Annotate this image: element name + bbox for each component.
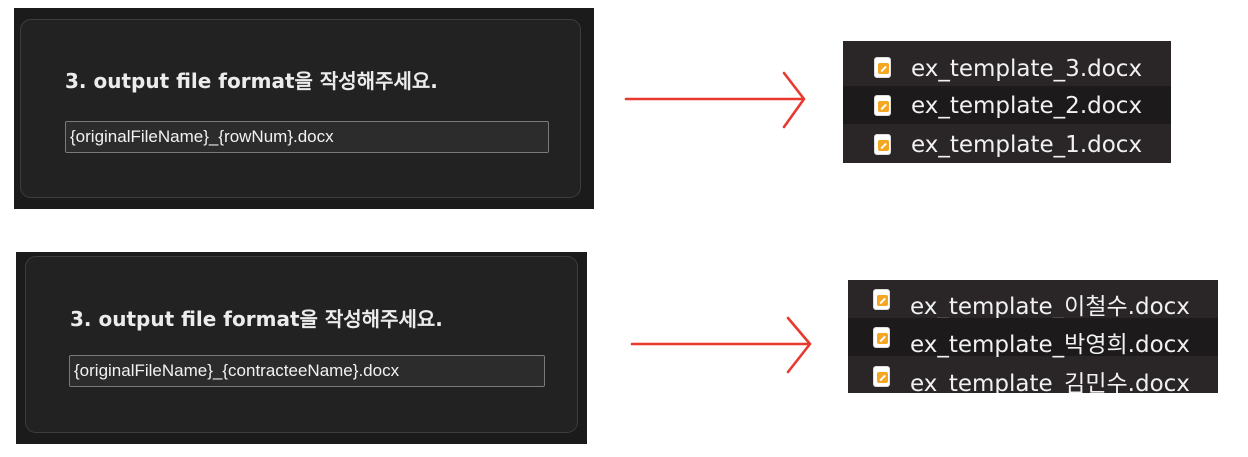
output-format-input[interactable]: {originalFileName}_{rowNum}.docx [65,121,549,153]
file-row[interactable]: ex_template_2.docx [843,86,1171,124]
pages-document-icon [873,327,890,348]
pages-document-icon [874,95,891,116]
file-row[interactable]: ex_template_김민수.docx [848,356,1218,393]
example-2-panel: 3. output file format을 작성해주세요. {original… [16,252,587,444]
file-name: ex_template_김민수.docx [910,371,1190,393]
right-arrow-icon [630,316,812,374]
file-row[interactable]: ex_template_박영희.docx [848,318,1218,358]
file-name: ex_template_3.docx [911,56,1143,82]
output-format-prompt: 3. output file format을 작성해주세요. [70,307,443,331]
right-arrow-icon [624,71,806,129]
file-row[interactable]: ex_template_3.docx [843,41,1171,86]
output-format-prompt: 3. output file format을 작성해주세요. [65,69,438,93]
output-format-card: 3. output file format을 작성해주세요. {original… [25,256,578,433]
pages-document-icon [874,57,891,78]
output-format-input[interactable]: {originalFileName}_{contracteeName}.docx [69,355,545,387]
file-list-2: ex_template_이철수.docx ex_template_박영희.doc… [848,280,1218,393]
output-format-card: 3. output file format을 작성해주세요. {original… [20,19,581,198]
file-name: ex_template_박영희.docx [910,332,1190,358]
file-name: ex_template_이철수.docx [910,294,1190,320]
file-list-1: ex_template_3.docx ex_template_2.docx ex… [843,41,1171,163]
file-row[interactable]: ex_template_1.docx [843,124,1171,163]
example-1-panel: 3. output file format을 작성해주세요. {original… [14,8,594,209]
pages-document-icon [873,289,890,310]
pages-document-icon [874,134,891,155]
file-row[interactable]: ex_template_이철수.docx [848,280,1218,320]
pages-document-icon [873,366,890,387]
file-name: ex_template_1.docx [911,132,1143,158]
file-name: ex_template_2.docx [911,93,1143,119]
